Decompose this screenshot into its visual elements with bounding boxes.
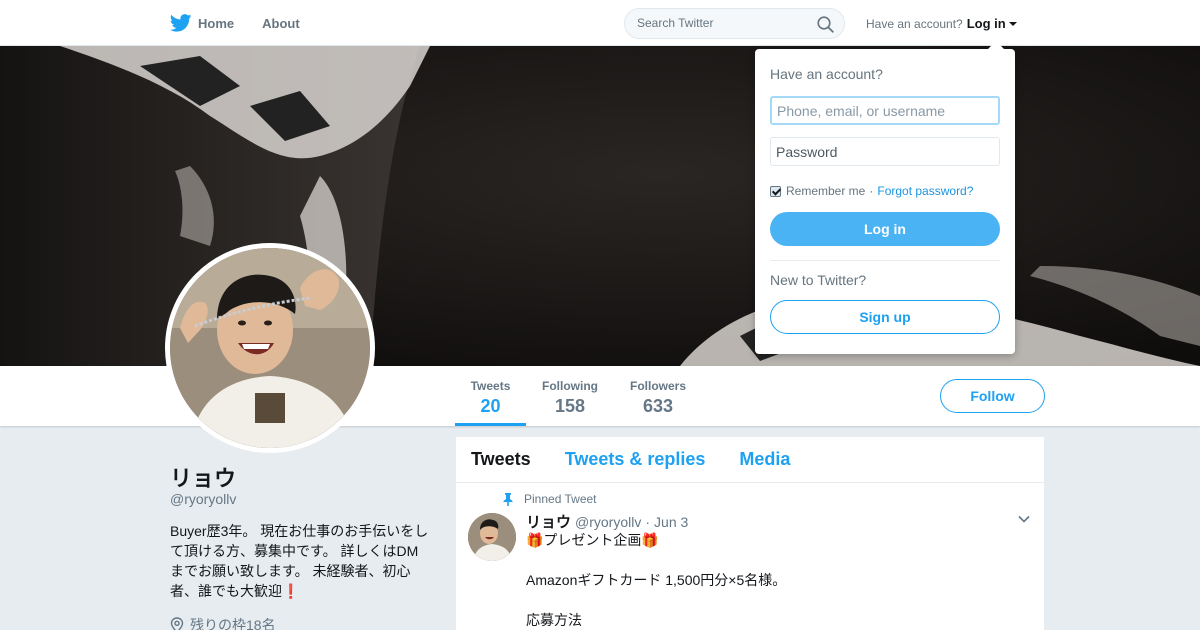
tweet-text: 🎁プレゼント企画🎁 Amazonギフトカード 1,500円分×5名様。 応募方法 <box>526 532 787 628</box>
caret-down-icon <box>1008 21 1017 26</box>
profile-location-text: 残りの枠18名 <box>190 617 276 630</box>
exclamation-icon: ❗ <box>282 583 300 599</box>
tweet-author-handle[interactable]: @ryoryollv <box>575 514 641 530</box>
avatar-image <box>170 248 370 448</box>
profile-bio: Buyer歴3年。 現在お仕事のお手伝いをして頂ける方、募集中です。 詳しくはD… <box>170 521 432 601</box>
pin-icon <box>503 492 513 506</box>
stat-tweets-value: 20 <box>480 396 501 416</box>
search-icon[interactable] <box>817 16 834 33</box>
pinned-label: Pinned Tweet <box>524 492 597 506</box>
location-icon <box>170 617 184 630</box>
remember-label[interactable]: Remember me <box>786 184 865 198</box>
profile-handle[interactable]: @ryoryollv <box>170 491 236 507</box>
forgot-password-link[interactable]: Forgot password? <box>877 184 973 198</box>
dropdown-title: Have an account? <box>770 66 883 82</box>
pinned-indicator: Pinned Tweet <box>502 492 597 506</box>
profile-name[interactable]: リョウ <box>170 461 236 493</box>
tweet-separator: · <box>645 513 651 530</box>
nav-about-label: About <box>262 15 300 31</box>
timeline: Tweets Tweets & replies Media Pinned Twe… <box>456 437 1044 630</box>
nav-home[interactable]: Home <box>170 14 234 32</box>
tab-tweets-replies[interactable]: Tweets & replies <box>565 449 706 470</box>
dropdown-arrow <box>988 41 1004 49</box>
top-nav: Home About Have an account? Log in <box>0 0 1200 46</box>
dropdown-divider <box>770 260 1000 261</box>
account-prompt: Have an account? <box>866 16 963 31</box>
nav-about[interactable]: About <box>262 16 300 31</box>
avatar[interactable] <box>165 243 375 453</box>
nav-left: Home About <box>170 0 328 46</box>
account-menu[interactable]: Have an account? Log in <box>866 16 1017 31</box>
stat-followers[interactable]: Followers 633 <box>624 366 692 426</box>
stat-followers-label: Followers <box>629 379 686 393</box>
stat-tweets[interactable]: Tweets 20 <box>455 366 526 426</box>
stat-followers-value: 633 <box>642 396 674 416</box>
nav-home-label: Home <box>198 15 235 31</box>
tweet-avatar[interactable] <box>468 513 516 561</box>
search-box <box>624 8 845 39</box>
search-input[interactable] <box>637 16 807 30</box>
remember-row: Remember me · Forgot password? <box>770 184 973 198</box>
checkbox-checked-icon[interactable] <box>770 185 781 197</box>
tweet-header: リョウ @ryoryollv · Jun 3 <box>526 511 688 532</box>
profile-location: 残りの枠18名 <box>170 615 276 630</box>
follow-button[interactable]: Follow <box>940 379 1045 413</box>
remember-separator: · <box>869 184 874 198</box>
timeline-tabs: Tweets Tweets & replies Media <box>456 437 1044 483</box>
tweet-avatar-image <box>468 513 516 561</box>
tab-media[interactable]: Media <box>739 449 790 470</box>
stat-tweets-label: Tweets <box>470 379 511 393</box>
stat-following-label: Following <box>542 379 598 393</box>
twitter-bird-icon <box>170 14 192 32</box>
tab-tweets[interactable]: Tweets <box>471 449 531 470</box>
password-field[interactable] <box>770 137 1000 166</box>
login-button[interactable]: Log in <box>770 212 1000 246</box>
chevron-down-icon[interactable] <box>1018 515 1030 523</box>
username-field[interactable] <box>770 96 1000 125</box>
login-dropdown: Have an account? Remember me · Forgot pa… <box>755 41 1015 354</box>
stat-following[interactable]: Following 158 <box>536 366 604 426</box>
signup-button[interactable]: Sign up <box>770 300 1000 334</box>
stat-following-value: 158 <box>554 396 586 416</box>
tweet-date[interactable]: Jun 3 <box>654 514 688 530</box>
new-to-twitter-label: New to Twitter? <box>770 272 867 288</box>
tweet-author-name[interactable]: リョウ <box>526 511 571 532</box>
login-link[interactable]: Log in <box>967 16 1006 31</box>
